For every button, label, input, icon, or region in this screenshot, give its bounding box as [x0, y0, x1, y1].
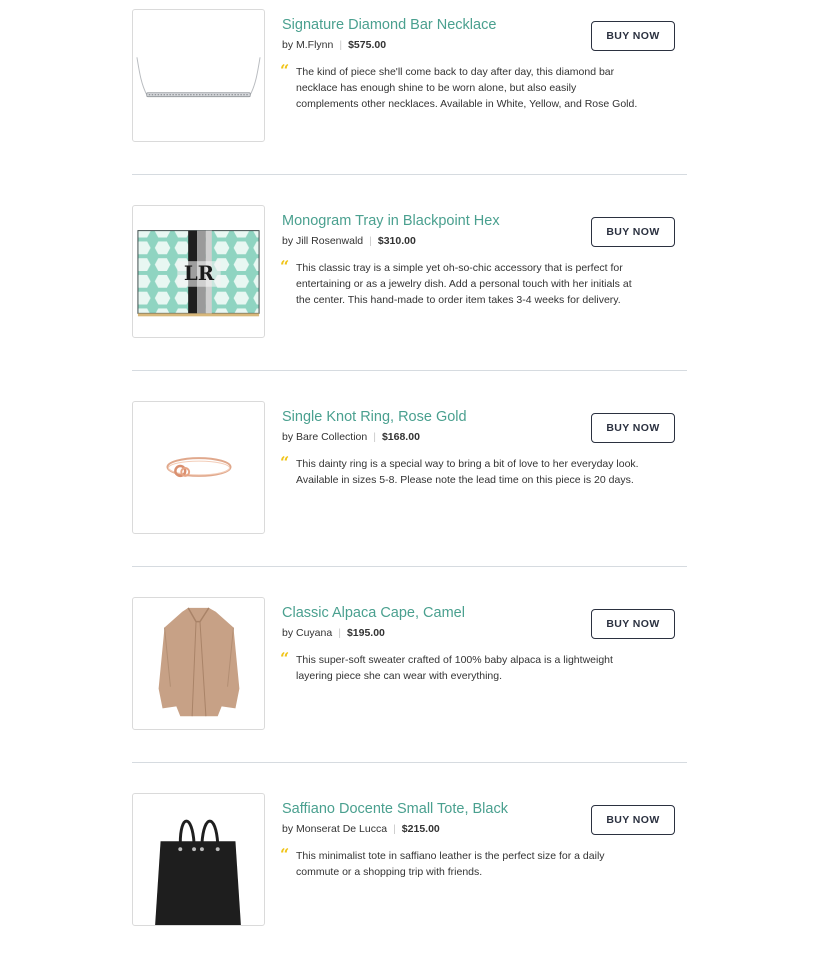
ring-illustration	[166, 457, 232, 478]
product-meta: by M.Flynn | $575.00	[282, 39, 386, 51]
product-brand[interactable]: by Jill Rosenwald	[282, 235, 363, 247]
necklace-image[interactable]	[132, 9, 265, 142]
product-description: The kind of piece she'll come back to da…	[296, 66, 638, 110]
product-price: $215.00	[401, 823, 440, 835]
product-price: $168.00	[381, 431, 420, 443]
ring-image[interactable]	[132, 401, 265, 534]
product-title[interactable]: Monogram Tray in Blackpoint Hex	[282, 213, 500, 229]
product-brand[interactable]: by Monserat De Lucca	[282, 823, 387, 835]
meta-separator: |	[339, 39, 343, 51]
buy-now-button[interactable]: BUY NOW	[591, 805, 675, 835]
product-item: Classic Alpaca Cape, Camel by Cuyana | $19…	[132, 588, 687, 784]
quote-icon: “	[280, 845, 290, 864]
product-brand[interactable]: by Cuyana	[282, 627, 332, 639]
tray-image[interactable]: LR	[132, 205, 265, 338]
product-price: $575.00	[348, 39, 387, 51]
buy-now-button[interactable]: BUY NOW	[591, 217, 675, 247]
meta-separator: |	[369, 235, 372, 247]
product-description: This classic tray is a simple yet oh-so-…	[296, 262, 632, 306]
divider	[132, 174, 687, 175]
product-item: Signature Diamond Bar Necklace by M.Flyn…	[132, 0, 687, 196]
product-meta: by Cuyana | $195.00	[282, 627, 385, 639]
product-price: $195.00	[346, 627, 385, 639]
divider	[132, 566, 687, 567]
tote-image[interactable]	[132, 793, 265, 926]
quote-icon: “	[280, 649, 290, 668]
product-title[interactable]: Saffiano Docente Small Tote, Black	[282, 801, 508, 817]
quote-icon: “	[280, 257, 290, 276]
product-list: Signature Diamond Bar Necklace by M.Flyn…	[132, 0, 687, 980]
quote-icon: “	[280, 61, 290, 80]
product-meta: by Bare Collection | $168.00	[282, 431, 420, 443]
buy-now-button[interactable]: BUY NOW	[591, 413, 675, 443]
cape-illustration	[158, 607, 240, 717]
product-title[interactable]: Classic Alpaca Cape, Camel	[282, 605, 465, 621]
product-description: This super-soft sweater crafted of 100% …	[296, 654, 613, 682]
product-description: This minimalist tote in saffiano leather…	[296, 850, 605, 878]
product-brand[interactable]: by Bare Collection	[282, 431, 367, 443]
product-title[interactable]: Signature Diamond Bar Necklace	[282, 17, 496, 33]
necklace-illustration	[136, 57, 261, 98]
monogram-text: LR	[184, 262, 215, 285]
product-meta: by Jill Rosenwald | $310.00	[282, 235, 416, 247]
quote-icon: “	[280, 453, 290, 472]
product-meta: by Monserat De Lucca | $215.00	[282, 823, 440, 835]
divider	[132, 762, 687, 763]
product-item: Saffiano Docente Small Tote, Black by Mo…	[132, 784, 687, 980]
tray-illustration: LR	[137, 230, 260, 317]
product-price: $310.00	[377, 235, 416, 247]
buy-now-button[interactable]: BUY NOW	[591, 21, 675, 51]
product-item: Single Knot Ring, Rose Gold by Bare Coll…	[132, 392, 687, 588]
product-title[interactable]: Single Knot Ring, Rose Gold	[282, 409, 467, 425]
product-description: This dainty ring is a special way to bri…	[296, 458, 639, 486]
meta-separator: |	[338, 627, 341, 639]
product-brand[interactable]: by M.Flynn	[282, 39, 333, 51]
meta-separator: |	[373, 431, 376, 443]
buy-now-button[interactable]: BUY NOW	[591, 609, 675, 639]
cape-image[interactable]	[132, 597, 265, 730]
tote-illustration	[155, 819, 241, 925]
product-item: LR Monogram Tray in Blackpoint Hex by Ji…	[132, 196, 687, 392]
meta-separator: |	[393, 823, 396, 835]
divider	[132, 370, 687, 371]
